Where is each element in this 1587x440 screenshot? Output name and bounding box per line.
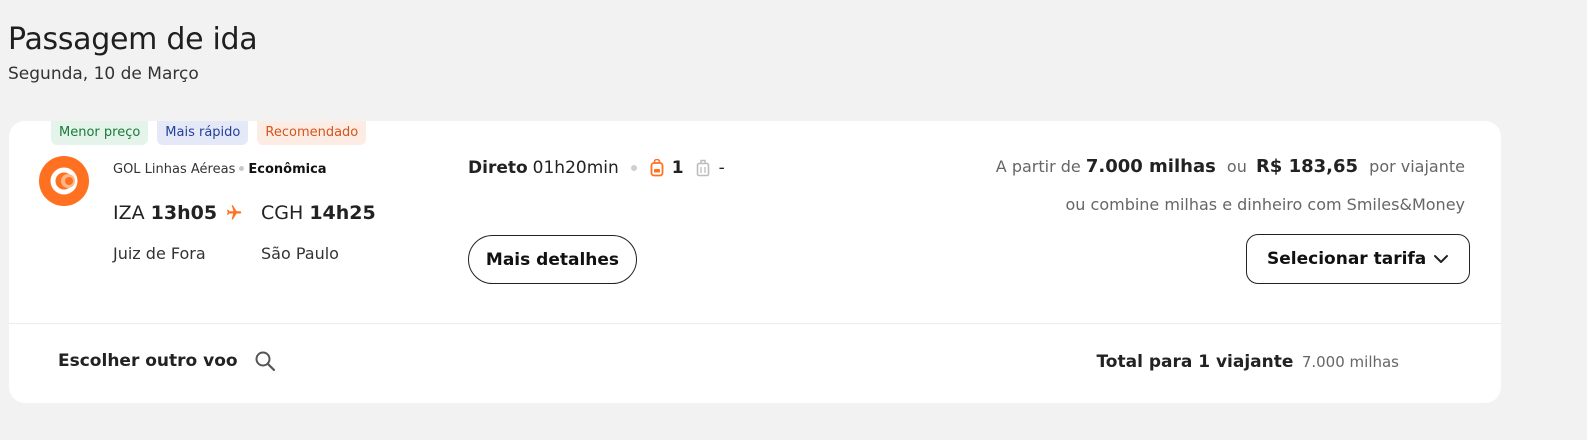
suitcase-icon [696, 159, 709, 177]
total-label: Total para 1 viajante [1096, 352, 1294, 372]
departure-time-row: IZA 13h05 [113, 202, 217, 224]
separator-dot [239, 166, 245, 171]
total-value: 7.000 milhas [1301, 353, 1399, 371]
checked-bag-count: - [718, 158, 725, 178]
flight-tags: Menor preço Mais rápido Recomendado [51, 121, 367, 145]
price-or-label: ou [1226, 157, 1247, 176]
select-fare-label: Selecionar tarifa [1267, 249, 1427, 269]
card-divider [9, 323, 1501, 324]
search-icon [255, 351, 275, 372]
tag-fastest: Mais rápido [157, 121, 249, 145]
price-line: A partir de 7.000 milhas ou R$ 183,65 po… [996, 156, 1465, 177]
departure-code: IZA [113, 202, 145, 224]
flight-summary: Direto 01h20min 1 - [468, 158, 725, 178]
choose-other-flight-link[interactable]: Escolher outro voo [58, 350, 276, 372]
stops-label: Direto [468, 158, 528, 178]
more-details-button[interactable]: Mais detalhes [468, 235, 637, 284]
flight-duration: 01h20min [532, 158, 619, 178]
select-fare-button[interactable]: Selecionar tarifa [1246, 234, 1470, 284]
separator-dot [630, 165, 637, 171]
gol-logo-icon [39, 156, 89, 206]
cabin-class: Econômica [248, 162, 327, 177]
arrival-city: São Paulo [261, 244, 339, 263]
tag-lowest-price: Menor preço [51, 121, 149, 145]
price-miles: 7.000 milhas [1085, 156, 1216, 177]
departure-time: 13h05 [150, 202, 218, 224]
per-traveler-label: por viajante [1369, 157, 1465, 176]
price-from-label: A partir de [995, 157, 1081, 176]
choose-other-flight-label: Escolher outro voo [58, 351, 238, 371]
total-summary: Total para 1 viajante 7.000 milhas [1096, 352, 1399, 372]
tag-recommended: Recomendado [257, 121, 367, 145]
page-title: Passagem de ida [8, 22, 258, 57]
airline-name: GOL Linhas Aéreas [113, 162, 236, 177]
smiles-money-text: ou combine milhas e dinheiro com Smiles&… [1065, 195, 1466, 214]
backpack-icon [650, 159, 664, 177]
arrival-time: 14h25 [309, 202, 376, 224]
arrival-time-row: CGH 14h25 [261, 202, 376, 224]
airplane-icon [227, 205, 242, 220]
airline-info: GOL Linhas Aéreas Econômica [113, 162, 327, 177]
arrival-code: CGH [261, 202, 304, 224]
page-subtitle-date: Segunda, 10 de Março [8, 64, 199, 84]
chevron-down-icon [1434, 255, 1448, 263]
carry-on-count: 1 [671, 158, 684, 178]
departure-city: Juiz de Fora [113, 244, 206, 263]
price-money: R$ 183,65 [1255, 156, 1359, 177]
